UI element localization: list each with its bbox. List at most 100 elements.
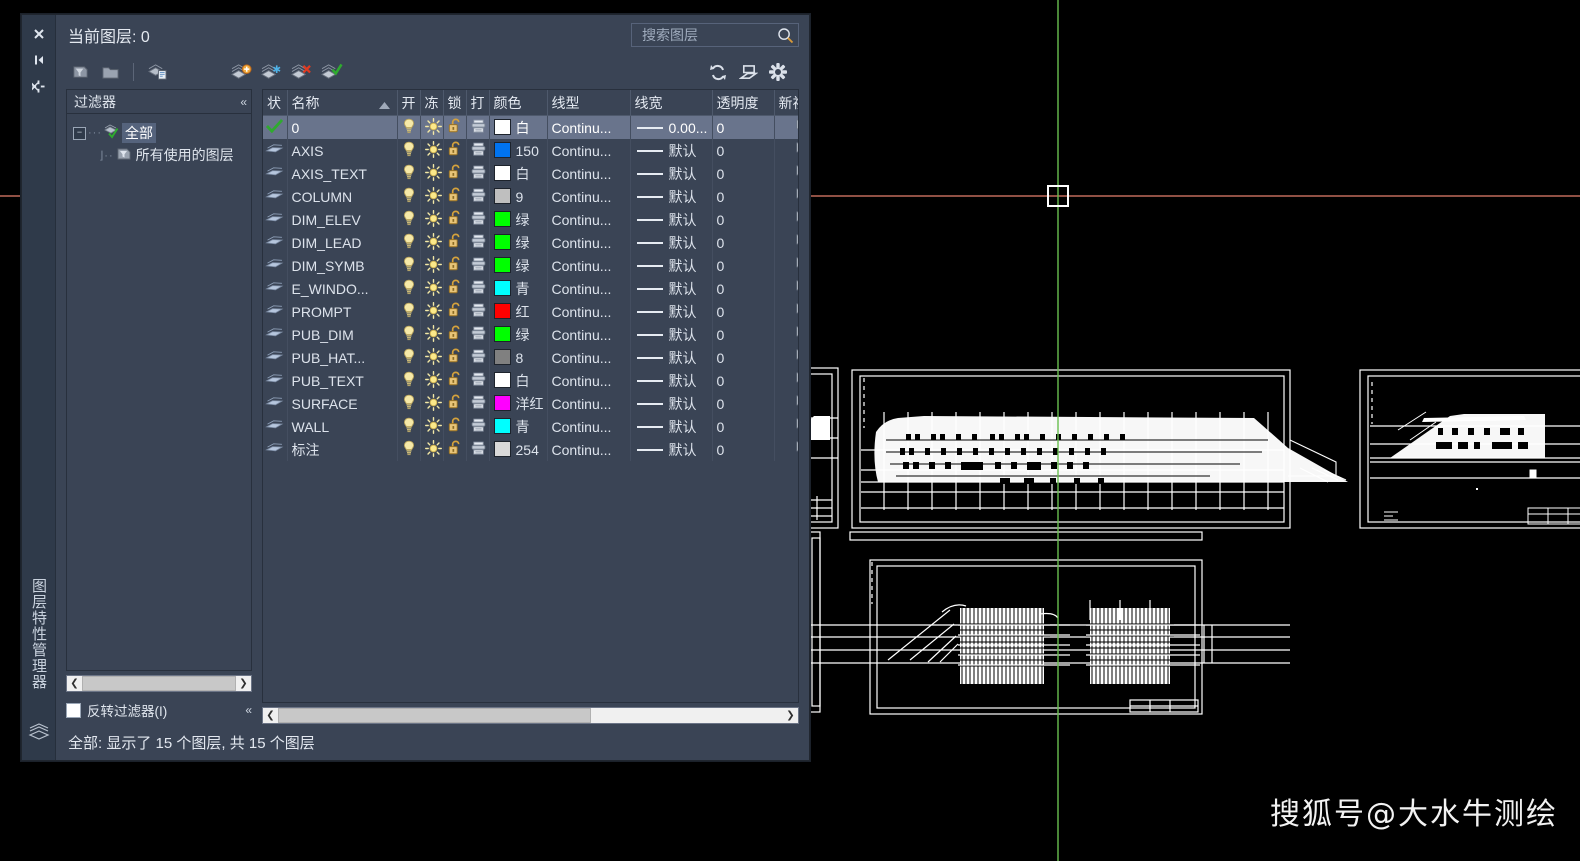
printer-plot-icon[interactable]: [471, 234, 486, 252]
cell-on-toggle[interactable]: [397, 208, 421, 231]
table-row[interactable]: DIM_SYMB 绿 Continu... 默认 0: [263, 254, 798, 277]
cell-plot-toggle[interactable]: [466, 323, 490, 346]
cell-on-toggle[interactable]: [397, 231, 421, 254]
new-vp-freeze-icon[interactable]: [796, 279, 798, 298]
lightbulb-on-icon[interactable]: [402, 187, 416, 206]
cell-layer-name[interactable]: COLUMN: [287, 185, 398, 208]
cell-transparency[interactable]: 0: [712, 254, 775, 277]
cell-lock-toggle[interactable]: [443, 115, 467, 139]
sun-thaw-icon[interactable]: [424, 393, 442, 414]
cell-transparency[interactable]: 0: [712, 438, 775, 461]
cell-on-toggle[interactable]: [397, 438, 421, 461]
cell-linetype[interactable]: Continu...: [547, 162, 631, 185]
new-vp-freeze-icon[interactable]: [796, 118, 798, 137]
cell-new-vp-freeze[interactable]: [774, 346, 798, 369]
cell-transparency[interactable]: 0: [712, 323, 775, 346]
cell-lock-toggle[interactable]: [443, 300, 467, 323]
cell-color[interactable]: 9: [489, 185, 548, 208]
cell-lineweight[interactable]: 默认: [630, 392, 713, 415]
cell-transparency[interactable]: 0: [712, 115, 775, 139]
unlocked-padlock-icon[interactable]: [448, 141, 463, 160]
sun-thaw-icon[interactable]: [424, 232, 442, 253]
cell-freeze-toggle[interactable]: [420, 277, 444, 300]
cell-lineweight[interactable]: 默认: [630, 369, 713, 392]
cell-color[interactable]: 白: [489, 369, 548, 392]
cell-lineweight[interactable]: 默认: [630, 277, 713, 300]
sun-thaw-icon[interactable]: [424, 163, 442, 184]
sun-thaw-icon[interactable]: [424, 347, 442, 368]
filter-tree-node-all[interactable]: − ··· 全部: [73, 122, 247, 144]
cell-new-vp-freeze[interactable]: [774, 185, 798, 208]
cell-new-vp-freeze[interactable]: [774, 323, 798, 346]
new-layer-vp-frozen-icon[interactable]: [258, 60, 284, 84]
new-vp-freeze-icon[interactable]: [796, 302, 798, 321]
cell-freeze-toggle[interactable]: [420, 300, 444, 323]
sun-thaw-icon[interactable]: [424, 439, 442, 460]
cell-plot-toggle[interactable]: [466, 208, 490, 231]
properties-gear-icon[interactable]: [28, 75, 50, 97]
cell-plot-toggle[interactable]: [466, 185, 490, 208]
cell-color[interactable]: 绿: [489, 323, 548, 346]
cell-freeze-toggle[interactable]: [420, 392, 444, 415]
cell-freeze-toggle[interactable]: [420, 185, 444, 208]
cell-lock-toggle[interactable]: [443, 139, 467, 162]
tree-collapse-toggle[interactable]: −: [73, 126, 86, 140]
cell-color[interactable]: 红: [489, 300, 548, 323]
printer-plot-icon[interactable]: [471, 395, 486, 413]
table-row[interactable]: DIM_ELEV 绿 Continu... 默认 0: [263, 208, 798, 231]
layer-grid[interactable]: 状 名称 开 冻 锁 打 颜色 线型 线宽 透明度 新 0 白 Continu.…: [262, 89, 799, 703]
cell-layer-name[interactable]: SURFACE: [287, 392, 398, 415]
filter-tree[interactable]: − ··· 全部 ⌋·· 所有使用的图层: [66, 113, 252, 671]
lightbulb-on-icon[interactable]: [402, 210, 416, 229]
cell-color[interactable]: 青: [489, 277, 548, 300]
cell-on-toggle[interactable]: [397, 300, 421, 323]
cell-transparency[interactable]: 0: [712, 300, 775, 323]
grid-scroll-right-arrow-icon[interactable]: ❯: [783, 708, 798, 723]
cell-on-toggle[interactable]: [397, 254, 421, 277]
chevron-left-double-icon[interactable]: «: [240, 96, 247, 108]
cell-on-toggle[interactable]: [397, 369, 421, 392]
cell-linetype[interactable]: Continu...: [547, 323, 631, 346]
printer-plot-icon[interactable]: [471, 349, 486, 367]
cell-freeze-toggle[interactable]: [420, 438, 444, 461]
cell-status[interactable]: [263, 115, 288, 139]
cell-status[interactable]: [263, 185, 288, 208]
sun-thaw-icon[interactable]: [424, 301, 442, 322]
lightbulb-on-icon[interactable]: [402, 417, 416, 436]
cell-linetype[interactable]: Continu...: [547, 415, 631, 438]
unlocked-padlock-icon[interactable]: [448, 210, 463, 229]
cell-linetype[interactable]: Continu...: [547, 185, 631, 208]
cell-lock-toggle[interactable]: [443, 254, 467, 277]
new-group-filter-icon[interactable]: [97, 60, 123, 84]
cell-lineweight[interactable]: 默认: [630, 415, 713, 438]
lightbulb-on-icon[interactable]: [402, 256, 416, 275]
cell-on-toggle[interactable]: [397, 392, 421, 415]
cell-layer-name[interactable]: DIM_LEAD: [287, 231, 398, 254]
cell-lock-toggle[interactable]: [443, 277, 467, 300]
layer-grid-hscrollbar[interactable]: ❮ ❯: [262, 707, 799, 724]
sun-thaw-icon[interactable]: [424, 117, 442, 138]
cell-layer-name[interactable]: 标注: [287, 438, 398, 461]
cell-status[interactable]: [263, 369, 288, 392]
unlocked-padlock-icon[interactable]: [448, 325, 463, 344]
new-layer-icon[interactable]: [228, 60, 254, 84]
filter-scroll-track[interactable]: [82, 676, 236, 691]
cell-lineweight[interactable]: 默认: [630, 139, 713, 162]
printer-plot-icon[interactable]: [471, 188, 486, 206]
cell-lineweight[interactable]: 默认: [630, 300, 713, 323]
table-row[interactable]: PUB_DIM 绿 Continu... 默认 0: [263, 323, 798, 346]
cell-lock-toggle[interactable]: [443, 231, 467, 254]
table-row[interactable]: AXIS_TEXT 白 Continu... 默认 0: [263, 162, 798, 185]
cell-lock-toggle[interactable]: [443, 162, 467, 185]
table-row[interactable]: COLUMN 9 Continu... 默认 0: [263, 185, 798, 208]
cell-plot-toggle[interactable]: [466, 438, 490, 461]
sun-thaw-icon[interactable]: [424, 186, 442, 207]
cell-lineweight[interactable]: 默认: [630, 162, 713, 185]
cell-linetype[interactable]: Continu...: [547, 392, 631, 415]
new-vp-freeze-icon[interactable]: [796, 233, 798, 252]
cell-on-toggle[interactable]: [397, 162, 421, 185]
unlocked-padlock-icon[interactable]: [448, 279, 463, 298]
cell-layer-name[interactable]: AXIS: [287, 139, 398, 162]
new-vp-freeze-icon[interactable]: [796, 164, 798, 183]
cell-new-vp-freeze[interactable]: [774, 139, 798, 162]
